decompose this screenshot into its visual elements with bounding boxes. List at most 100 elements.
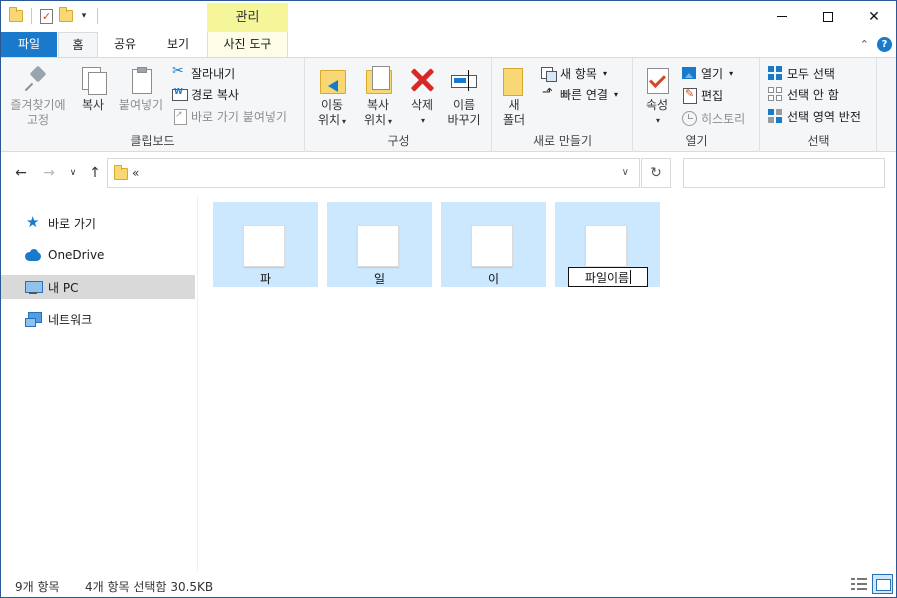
copy-path-button[interactable]: 경로 복사 [171, 84, 239, 104]
tab-view[interactable]: 보기 [151, 32, 205, 57]
help-icon[interactable]: ? [877, 37, 892, 52]
manage-context-tab-header: 관리 [207, 3, 288, 32]
folder-icon [114, 165, 128, 180]
new-folder-button[interactable]: 새 폴더 [499, 62, 529, 128]
open-image-icon [681, 65, 697, 81]
file-tile[interactable]: 이 [441, 202, 546, 287]
new-folder-icon[interactable] [59, 7, 73, 22]
file-name: 파 [259, 272, 272, 286]
forward-button[interactable]: → [39, 165, 59, 181]
refresh-button[interactable]: ↻ [641, 158, 671, 188]
address-row: ← → ∨ ↑ « ∨ ↻ [1, 152, 896, 196]
minimize-ribbon-chevron-icon[interactable]: ⌃ [860, 38, 869, 51]
search-input[interactable] [683, 158, 885, 188]
file-name: 이 [487, 272, 500, 286]
move-label-line1: 이동 [320, 98, 344, 112]
history-button[interactable]: 히스토리 [681, 108, 745, 128]
chevron-down-icon: ▾ [420, 116, 425, 125]
history-label: 히스토리 [701, 111, 746, 126]
cut-label: 잘라내기 [191, 66, 236, 81]
rename-input[interactable]: 파일이름 [568, 267, 648, 287]
paste-shortcut-label: 바로 가기 붙여넣기 [191, 109, 287, 124]
select-none-button[interactable]: 선택 안 함 [767, 84, 839, 104]
properties-check-icon[interactable]: ✓ [40, 8, 53, 24]
delete-button[interactable]: 삭제 ▾ [404, 62, 440, 128]
address-history-chevron-icon[interactable]: ∨ [622, 167, 629, 178]
copy-label: 복사 [81, 98, 105, 112]
tab-file[interactable]: 파일 [1, 32, 57, 57]
network-icon [25, 311, 42, 327]
new-item-button[interactable]: 새 항목 ▾ [540, 63, 607, 83]
status-bar: 9개 항목 4개 항목 선택함 30.5KB [1, 571, 896, 597]
pin-to-quick-access-button[interactable]: 즐겨찾기에 고정 [5, 62, 71, 128]
nav-item-label: 바로 가기 [48, 216, 96, 231]
chevron-down-icon: ▾ [388, 117, 393, 126]
minimize-button[interactable] [759, 1, 805, 32]
large-icons-view-icon[interactable] [872, 574, 893, 594]
clipboard-group: 즐겨찾기에 고정 복사 붙여넣기 잘라내기 경로 복사 바로 가기 붙여넣 [1, 58, 305, 152]
select-all-icon [767, 65, 783, 81]
copy-button[interactable]: 복사 [75, 62, 111, 113]
customize-toolbar-dropdown-icon[interactable]: ▾ [79, 11, 89, 21]
organize-group-label: 구성 [387, 134, 410, 148]
file-tile[interactable]: 파 [213, 202, 318, 287]
nav-item-label: OneDrive [48, 248, 105, 262]
rename-button[interactable]: 이름 바꾸기 [442, 62, 486, 128]
invert-selection-icon [767, 108, 783, 124]
tab-share[interactable]: 공유 [101, 32, 149, 57]
nav-item-quick-access[interactable]: 바로 가기 [1, 211, 195, 235]
open-button[interactable]: 열기 ▾ [681, 63, 733, 83]
maximize-button[interactable] [805, 1, 851, 32]
copy-to-button[interactable]: 복사 위치 ▾ [356, 62, 400, 129]
cut-button[interactable]: 잘라내기 [171, 63, 235, 83]
copy-to-label-line2: 위치 [363, 113, 387, 127]
up-button[interactable]: ↑ [85, 165, 105, 181]
easy-access-icon [540, 85, 556, 102]
copy-path-icon [171, 86, 188, 102]
paste-label: 붙여넣기 [118, 98, 164, 112]
file-tile[interactable]: 파일이름 [555, 202, 660, 287]
new-folder-label-line1: 새 [508, 98, 520, 112]
new-group: 새 폴더 새 항목 ▾ 빠른 연결 ▾ 새로 만들기 [493, 58, 633, 152]
chevron-down-icon: ▾ [655, 116, 660, 125]
tab-photo-tools[interactable]: 사진 도구 [207, 32, 288, 57]
move-label-line2: 위치 [317, 113, 341, 127]
breadcrumb-overflow[interactable]: « [132, 166, 139, 180]
invert-selection-button[interactable]: 선택 영역 반전 [767, 106, 861, 126]
edit-icon [681, 87, 697, 104]
invert-selection-label: 선택 영역 반전 [787, 109, 861, 124]
easy-access-button[interactable]: 빠른 연결 ▾ [540, 84, 618, 104]
chevron-down-icon: ▾ [602, 68, 607, 78]
file-list-view: 파 일 이 파일이름 [199, 196, 896, 571]
paste-shortcut-button[interactable]: 바로 가기 붙여넣기 [171, 106, 287, 126]
divider [31, 8, 32, 24]
back-button[interactable]: ← [11, 165, 31, 181]
nav-item-this-pc[interactable]: 내 PC [1, 275, 195, 299]
paste-button[interactable]: 붙여넣기 [115, 62, 167, 113]
close-button[interactable]: ✕ [851, 1, 896, 32]
copy-path-label: 경로 복사 [191, 87, 239, 102]
details-view-icon[interactable] [851, 577, 867, 591]
nav-item-network[interactable]: 네트워크 [1, 307, 195, 331]
ribbon-options: ⌃ ? [860, 37, 892, 52]
select-all-button[interactable]: 모두 선택 [767, 63, 835, 83]
edit-button[interactable]: 편집 [681, 85, 723, 105]
file-tile[interactable]: 일 [327, 202, 432, 287]
easy-access-label: 빠른 연결 [560, 87, 608, 102]
tab-home[interactable]: 홈 [58, 32, 98, 58]
this-pc-icon [25, 279, 43, 295]
refresh-icon: ↻ [650, 165, 662, 181]
nav-item-onedrive[interactable]: OneDrive [1, 243, 195, 267]
copy-icon [79, 66, 107, 95]
recent-locations-button[interactable]: ∨ [63, 168, 83, 178]
minimize-icon [777, 16, 787, 17]
paste-shortcut-icon [171, 108, 187, 125]
properties-button[interactable]: 속성 ▾ [640, 62, 674, 128]
rename-icon [450, 66, 478, 94]
move-to-button[interactable]: 이동 위치 ▾ [310, 62, 354, 129]
folder-icon [9, 7, 23, 22]
address-bar[interactable]: « ∨ [107, 158, 640, 188]
rename-label-line1: 이름 [452, 98, 476, 112]
new-item-icon [540, 65, 557, 82]
edit-label: 편집 [701, 88, 724, 103]
